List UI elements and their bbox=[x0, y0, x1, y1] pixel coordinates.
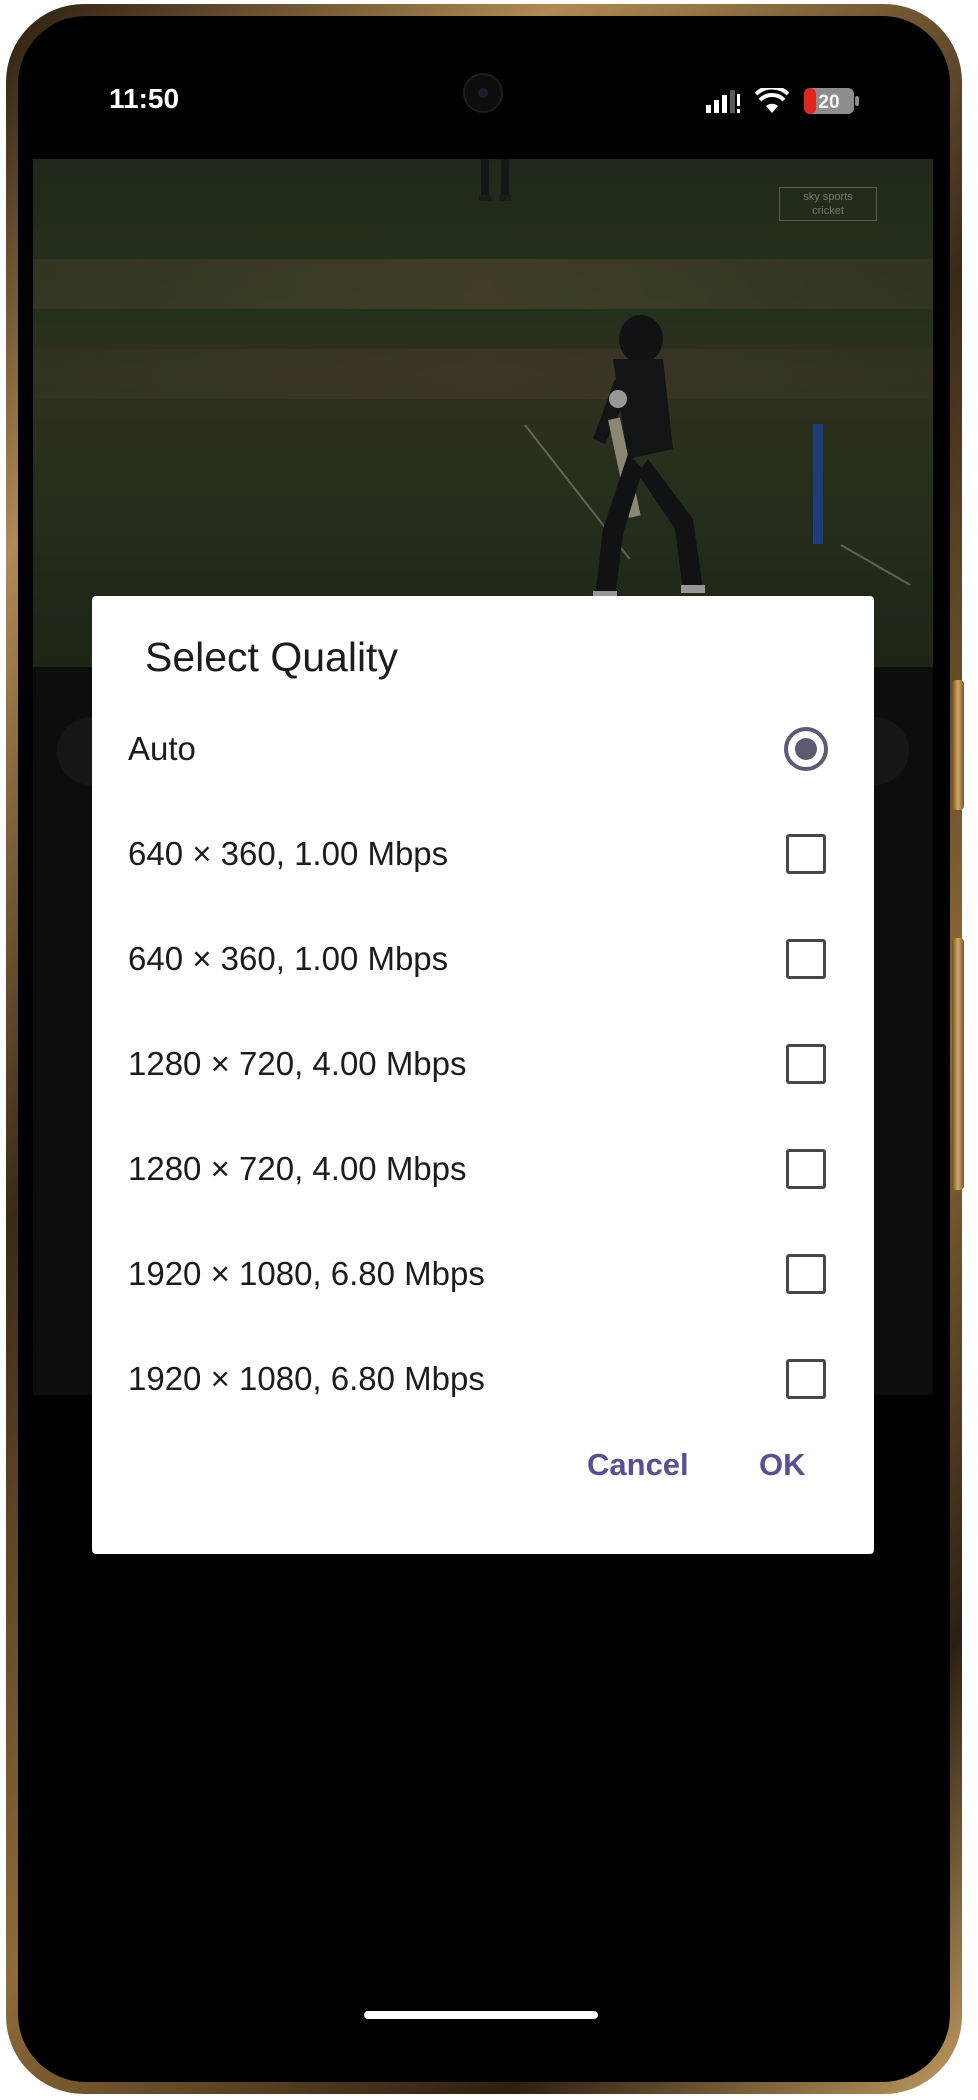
option-label: 1280 × 720, 4.00 Mbps bbox=[128, 1150, 467, 1187]
option-label: Auto bbox=[128, 730, 196, 767]
cancel-button[interactable]: Cancel bbox=[577, 1439, 699, 1491]
quality-option[interactable]: 640 × 360, 1.00 Mbps bbox=[92, 809, 874, 901]
quality-option[interactable]: 1280 × 720, 4.00 Mbps bbox=[92, 1019, 874, 1111]
option-label: 640 × 360, 1.00 Mbps bbox=[128, 940, 449, 977]
status-icons: 20 bbox=[705, 87, 861, 115]
checkbox-icon[interactable] bbox=[786, 939, 826, 979]
status-time: 11:50 bbox=[109, 83, 180, 114]
quality-option[interactable]: 1920 × 1080, 6.80 Mbps bbox=[92, 1229, 874, 1321]
select-quality-dialog: Select Quality Auto 640 × 360, 1.00 Mbps… bbox=[92, 596, 874, 1554]
home-indicator[interactable] bbox=[364, 2011, 598, 2019]
battery-level: 20 bbox=[818, 92, 839, 113]
front-camera bbox=[463, 73, 503, 113]
checkbox-icon[interactable] bbox=[786, 834, 826, 874]
status-bar: 11:50 20 bbox=[33, 49, 933, 159]
wifi-icon bbox=[755, 88, 789, 113]
battery-icon: 20 bbox=[804, 88, 859, 114]
checkbox-icon[interactable] bbox=[786, 1254, 826, 1294]
radio-selected-icon[interactable] bbox=[784, 727, 828, 771]
video-player[interactable]: sky sports cricket bbox=[33, 159, 933, 667]
quality-option-auto[interactable]: Auto bbox=[92, 704, 874, 796]
checkbox-icon[interactable] bbox=[786, 1359, 826, 1399]
option-label: 640 × 360, 1.00 Mbps bbox=[128, 835, 449, 872]
quality-option[interactable]: 640 × 360, 1.00 Mbps bbox=[92, 914, 874, 1006]
power-button bbox=[952, 938, 964, 1190]
dialog-title: Select Quality bbox=[145, 634, 398, 680]
option-label: 1920 × 1080, 6.80 Mbps bbox=[128, 1255, 485, 1292]
checkbox-icon[interactable] bbox=[786, 1044, 826, 1084]
option-label: 1920 × 1080, 6.80 Mbps bbox=[128, 1360, 485, 1397]
volume-button bbox=[952, 680, 964, 810]
signal-icon bbox=[706, 90, 740, 113]
dim-overlay bbox=[33, 159, 933, 667]
option-label: 1280 × 720, 4.00 Mbps bbox=[128, 1045, 467, 1082]
quality-option[interactable]: 1280 × 720, 4.00 Mbps bbox=[92, 1124, 874, 1216]
checkbox-icon[interactable] bbox=[786, 1149, 826, 1189]
quality-option[interactable]: 1920 × 1080, 6.80 Mbps bbox=[92, 1334, 874, 1426]
ok-button[interactable]: OK bbox=[749, 1439, 816, 1491]
